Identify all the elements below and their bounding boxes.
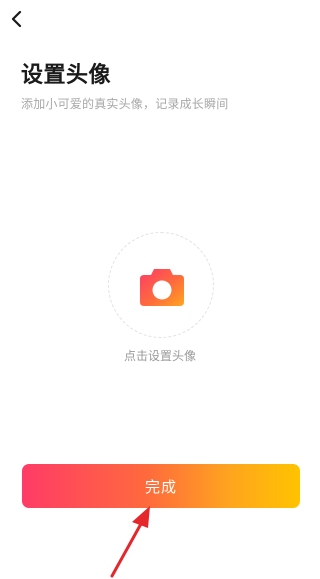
page-title: 设置头像 (21, 63, 112, 88)
camera-icon (140, 269, 184, 306)
back-button[interactable] (6, 8, 28, 30)
page-subtitle: 添加小可爱的真实头像，记录成长瞬间 (21, 97, 229, 111)
chevron-left-icon (11, 11, 22, 27)
avatar-hint: 点击设置头像 (123, 349, 196, 363)
avatar-picker[interactable] (108, 232, 214, 338)
arrow-annotation (110, 506, 150, 578)
done-button[interactable]: 完成 (22, 464, 300, 508)
